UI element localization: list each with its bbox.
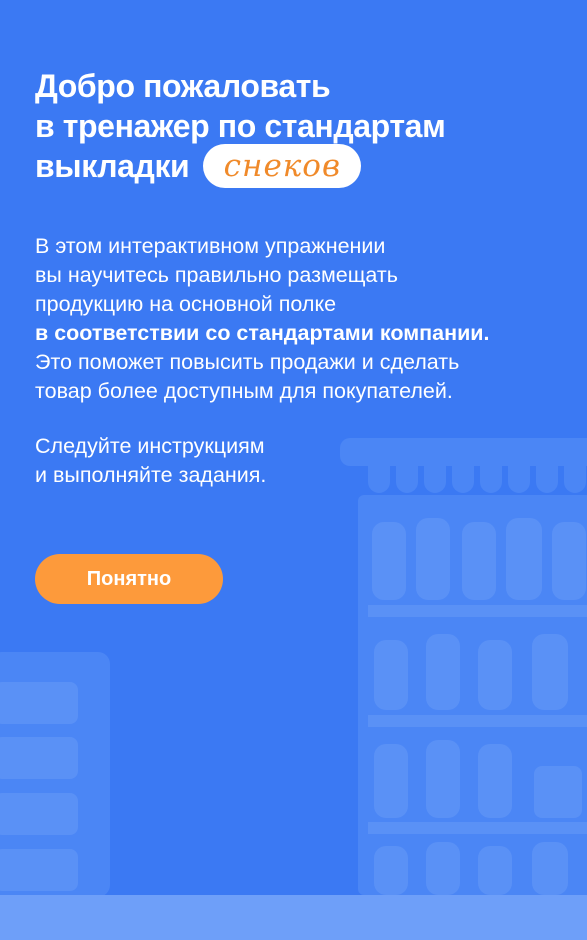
title-line-3-text: выкладки xyxy=(35,148,190,184)
intro-line-4-bold: в соответствии со стандартами компании. xyxy=(35,321,490,345)
got-it-button[interactable]: Понятно xyxy=(35,554,223,604)
welcome-screen: Добро пожаловать в тренажер по стандарта… xyxy=(0,0,587,940)
intro-line-6: товар более доступным для покупателей. xyxy=(35,379,453,403)
title-highlight-badge: снеков xyxy=(203,143,362,188)
title-line-3: выкладки снеков xyxy=(35,143,445,191)
floor-strip xyxy=(0,895,587,940)
instructions-line-1: Следуйте инструкциям xyxy=(35,434,265,458)
intro-description: В этом интерактивном упражнении вы научи… xyxy=(35,232,575,406)
intro-line-3: продукцию на основной полке xyxy=(35,292,337,316)
instructions-text: Следуйте инструкциям и выполняйте задани… xyxy=(35,432,266,490)
intro-line-2: вы научитесь правильно размещать xyxy=(35,263,398,287)
intro-line-1: В этом интерактивном упражнении xyxy=(35,234,386,258)
title-line-1: Добро пожаловать xyxy=(35,68,331,104)
title-line-2: в тренажер по стандартам xyxy=(35,108,446,144)
instructions-line-2: и выполняйте задания. xyxy=(35,463,267,487)
intro-line-5: Это поможет повысить продажи и сделать xyxy=(35,350,460,374)
welcome-title: Добро пожаловать в тренажер по стандарта… xyxy=(35,66,446,191)
